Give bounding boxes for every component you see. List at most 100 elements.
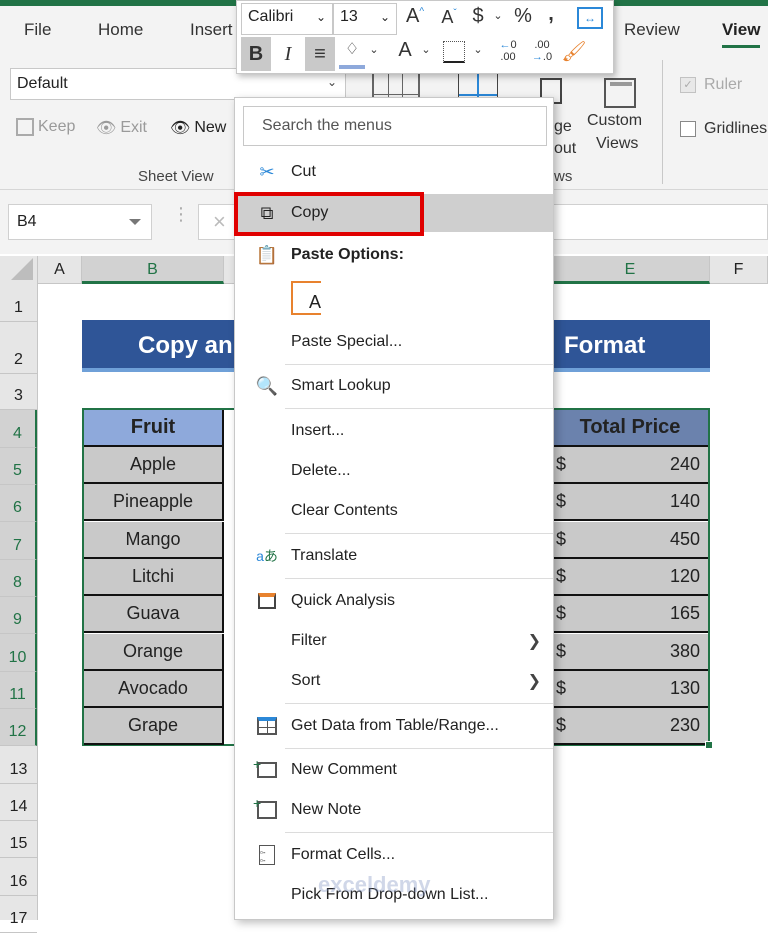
menu-label: Paste Special... — [291, 333, 403, 350]
total-price-cell[interactable]: $450 — [552, 522, 708, 559]
menu-item-delete[interactable]: Delete... — [235, 453, 553, 489]
new-sheet-view-button[interactable]: 👁 New — [170, 118, 226, 138]
decrease-decimal-icon[interactable]: .00 →.0 — [527, 39, 557, 63]
fruit-cell[interactable]: Mango — [84, 522, 224, 559]
menu-item-filter[interactable]: Filter ❯ — [235, 623, 553, 659]
borders-icon[interactable] — [443, 41, 465, 63]
comma-style-icon[interactable]: , — [541, 3, 561, 26]
tab-file[interactable]: File — [24, 20, 51, 40]
row-header[interactable]: 15 — [0, 821, 37, 858]
exit-button[interactable]: 👁 Exit — [96, 118, 147, 138]
paste-keep-text-button[interactable]: A — [235, 278, 553, 318]
row-header[interactable]: 1 — [0, 284, 37, 322]
header-fruit[interactable]: Fruit — [84, 410, 224, 447]
row-header[interactable]: 12 — [0, 709, 37, 746]
menu-item-sort[interactable]: Sort ❯ — [235, 663, 553, 699]
fruit-cell[interactable]: Litchi — [84, 559, 224, 596]
chevron-down-icon[interactable]: ⌄ — [419, 43, 433, 56]
row-header[interactable]: 6 — [0, 485, 37, 522]
price-value: 240 — [669, 454, 700, 474]
chevron-down-icon[interactable]: ⌄ — [471, 43, 485, 56]
menu-item-new-comment[interactable]: + New Comment — [235, 752, 553, 788]
chevron-down-icon[interactable]: ⌄ — [491, 9, 505, 22]
currency-format-icon[interactable]: $ — [467, 5, 489, 28]
new-comment-icon: + — [253, 756, 279, 782]
tab-insert[interactable]: Insert — [190, 20, 233, 40]
cancel-icon[interactable]: × — [213, 209, 226, 235]
menu-item-paste-special[interactable]: Paste Special... — [235, 324, 553, 360]
custom-views-label-2: Views — [596, 135, 639, 152]
header-total-price[interactable]: Total Price — [552, 410, 708, 447]
row-header[interactable]: 13 — [0, 746, 37, 784]
watermark: exceldemy — [318, 872, 431, 897]
fruit-cell[interactable]: Pineapple — [84, 484, 224, 521]
menu-item-insert[interactable]: Insert... — [235, 413, 553, 449]
fruit-cell[interactable]: Guava — [84, 596, 224, 633]
row-header[interactable]: 7 — [0, 522, 37, 560]
menu-item-clear-contents[interactable]: Clear Contents — [235, 493, 553, 529]
row-header[interactable]: 2 — [0, 322, 37, 374]
total-price-cell[interactable]: $230 — [552, 708, 708, 745]
decrease-font-size-icon[interactable]: Aˇ — [435, 7, 463, 28]
fruit-cell[interactable]: Avocado — [84, 671, 224, 708]
fill-handle[interactable] — [705, 741, 713, 749]
font-size-select[interactable]: 13 ⌄ — [333, 3, 397, 35]
total-price-cell[interactable]: $240 — [552, 447, 708, 484]
fruit-cell[interactable]: Grape — [84, 708, 224, 745]
menu-item-new-note[interactable]: + New Note — [235, 792, 553, 828]
keep-button[interactable]: Keep — [16, 118, 75, 136]
menu-item-smart-lookup[interactable]: 🔍 Smart Lookup — [235, 368, 553, 404]
bold-button[interactable]: B — [241, 37, 271, 71]
tab-home[interactable]: Home — [98, 20, 143, 40]
row-header[interactable]: 17 — [0, 896, 37, 933]
search-menus-input[interactable]: Search the menus — [243, 106, 547, 146]
formula-bar-grip-icon[interactable]: ⋮ — [172, 205, 190, 223]
gridlines-checkbox[interactable]: Gridlines — [680, 120, 767, 138]
fill-color-icon[interactable]: ♢ — [339, 39, 365, 69]
tab-view[interactable]: View — [722, 20, 761, 48]
custom-views-label-1: Custom — [587, 112, 643, 129]
menu-item-quick-analysis[interactable]: Quick Analysis — [235, 583, 553, 619]
row-header[interactable]: 4 — [0, 410, 37, 448]
row-header[interactable]: 14 — [0, 784, 37, 821]
total-price-cell[interactable]: $140 — [552, 484, 708, 521]
row-header[interactable]: 8 — [0, 560, 37, 597]
center-align-button[interactable]: ≡ — [305, 37, 335, 71]
select-all-button[interactable] — [0, 256, 38, 284]
column-header-b[interactable]: B — [82, 256, 224, 284]
font-color-icon[interactable]: A — [393, 39, 417, 62]
menu-item-format-cells[interactable]: ▫- ▫- Format Cells... — [235, 837, 553, 873]
ruler-checkbox[interactable]: ✓ Ruler — [680, 76, 742, 94]
increase-decimal-icon[interactable]: ←0.00 — [493, 39, 523, 63]
row-header[interactable]: 3 — [0, 374, 37, 410]
percent-style-icon[interactable]: % — [509, 5, 537, 28]
total-price-cell[interactable]: $120 — [552, 559, 708, 596]
row-header[interactable]: 11 — [0, 672, 37, 709]
column-header-a[interactable]: A — [38, 256, 82, 284]
menu-item-cut[interactable]: ✂ Cut — [235, 154, 553, 190]
menu-item-get-data[interactable]: Get Data from Table/Range... — [235, 708, 553, 744]
fruit-cell[interactable]: Orange — [84, 634, 224, 671]
row-header[interactable]: 16 — [0, 858, 37, 896]
menu-item-translate[interactable]: aあ Translate — [235, 538, 553, 574]
currency-symbol: $ — [556, 454, 567, 474]
fruit-cell[interactable]: Apple — [84, 447, 224, 484]
chevron-down-icon[interactable]: ⌄ — [367, 43, 381, 56]
increase-font-size-icon[interactable]: A^ — [401, 5, 429, 28]
total-price-cell[interactable]: $380 — [552, 634, 708, 671]
total-price-cell[interactable]: $165 — [552, 596, 708, 633]
tab-review[interactable]: Review — [624, 20, 680, 40]
italic-button[interactable]: I — [273, 37, 303, 71]
total-price-cell[interactable]: $130 — [552, 671, 708, 708]
row-header[interactable]: 5 — [0, 448, 37, 485]
column-header-f[interactable]: F — [710, 256, 768, 284]
name-box[interactable]: B4 — [8, 204, 152, 240]
format-painter-icon[interactable]: 🖌 — [561, 39, 587, 64]
font-name-select[interactable]: Calibri ⌄ — [241, 3, 333, 35]
title-text-right: Format — [564, 332, 646, 359]
row-header[interactable]: 10 — [0, 634, 37, 672]
row-header[interactable]: 9 — [0, 597, 37, 634]
merge-center-icon[interactable]: ↔ — [577, 7, 603, 29]
currency-symbol: $ — [556, 603, 567, 623]
column-header-e[interactable]: E — [550, 256, 710, 284]
